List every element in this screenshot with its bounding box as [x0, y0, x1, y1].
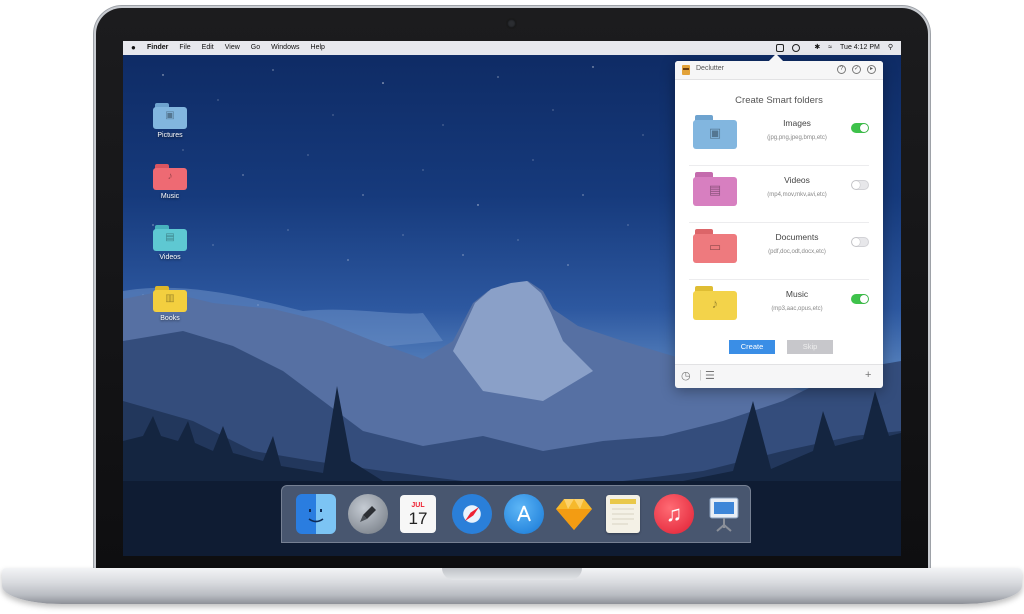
- music-folder-icon: ♪: [693, 286, 737, 320]
- music-note-icon: ♫: [665, 501, 683, 526]
- camera: [507, 19, 516, 28]
- footer-divider: |: [699, 369, 702, 381]
- apple-menu-icon[interactable]: ●: [131, 41, 141, 55]
- desktop-icon-books[interactable]: ▥ Books: [140, 286, 200, 322]
- images-toggle[interactable]: [851, 123, 869, 133]
- row-extensions: (mp3,aac,opus,etc): [771, 306, 823, 312]
- videos-toggle[interactable]: [851, 180, 869, 190]
- menu-finder[interactable]: Finder: [147, 41, 168, 55]
- folder-icon: ▤: [153, 225, 187, 251]
- desktop-icon-pictures[interactable]: ▣ Pictures: [140, 103, 200, 139]
- row-extensions: (jpg,png,jpeg,bmp,etc): [767, 135, 827, 141]
- music-note-icon: ♪: [711, 296, 719, 311]
- row-extensions: (pdf,doc,odt,docx,etc): [768, 249, 826, 255]
- wifi-icon[interactable]: ≈: [828, 41, 832, 55]
- menu-extras: ✱ ≈ Tue 4:12 PM ⚲: [768, 41, 893, 55]
- dock-sketch-icon[interactable]: [554, 494, 594, 534]
- screen: ● Finder File Edit View Go Windows Help …: [123, 41, 901, 556]
- row-name: Videos: [784, 175, 810, 185]
- dock-music-icon[interactable]: ♫: [654, 494, 694, 534]
- create-button[interactable]: Create: [729, 340, 775, 354]
- row-name: Images: [783, 118, 811, 128]
- smart-folder-row-videos: ▤ Videos (mp4,mov,mkv,avi,etc): [689, 166, 869, 223]
- menu-help[interactable]: Help: [311, 41, 325, 55]
- music-note-icon: ♪: [167, 171, 173, 182]
- desktop-icon-music[interactable]: ♪ Music: [140, 164, 200, 200]
- desktop-icon-label: Videos: [159, 254, 181, 261]
- dock-notes-icon[interactable]: [606, 495, 640, 533]
- add-button[interactable]: +: [865, 369, 871, 381]
- music-toggle[interactable]: [851, 294, 869, 304]
- skip-button[interactable]: Skip: [787, 340, 833, 354]
- declutter-menu-icon[interactable]: [776, 44, 785, 52]
- videos-folder-icon: ▤: [693, 172, 737, 206]
- calendar-day: 17: [408, 508, 428, 528]
- popover-title: Declutter: [696, 65, 725, 72]
- alarm-clock-icon[interactable]: ◷: [681, 369, 691, 382]
- dock-launchpad-icon[interactable]: [348, 494, 388, 534]
- popover-heading: Create Smart folders: [735, 95, 823, 106]
- sliders-icon[interactable]: ☰: [705, 369, 715, 382]
- checkmark-icon[interactable]: [792, 44, 801, 52]
- menu-view[interactable]: View: [225, 41, 240, 55]
- desktop-icon-label: Music: [160, 193, 180, 200]
- dock-app-store-icon[interactable]: [504, 494, 544, 534]
- dock: JUL 17 ♫: [281, 485, 751, 543]
- declutter-popover: Declutter ? ✓ ▸ Create Smart folders ▣ I…: [675, 61, 883, 388]
- picture-icon: ▣: [708, 125, 722, 140]
- images-folder-icon: ▣: [693, 115, 737, 149]
- help-button[interactable]: ?: [837, 65, 846, 74]
- settings-icon[interactable]: ✓: [852, 65, 861, 74]
- desktop-icon-videos[interactable]: ▤ Videos: [140, 225, 200, 261]
- dock-safari-icon[interactable]: [452, 494, 492, 534]
- dock-keynote-icon[interactable]: [704, 494, 744, 534]
- menu-windows[interactable]: Windows: [271, 41, 299, 55]
- row-name: Documents: [775, 232, 819, 242]
- declutter-logo-icon: [682, 65, 690, 75]
- document-icon: ▭: [708, 239, 722, 254]
- power-icon[interactable]: ▸: [867, 65, 876, 74]
- popover-footer: ◷ | ☰ +: [675, 364, 883, 388]
- row-extensions: (mp4,mov,mkv,avi,etc): [767, 192, 827, 198]
- documents-toggle[interactable]: [851, 237, 869, 247]
- film-icon: ▤: [165, 232, 175, 243]
- popover-header: Declutter ? ✓ ▸: [675, 61, 883, 80]
- desktop-icon-label: Books: [160, 315, 180, 322]
- menu-edit[interactable]: Edit: [202, 41, 214, 55]
- smart-folder-row-documents: ▭ Documents (pdf,doc,odt,docx,etc): [689, 223, 869, 280]
- laptop-notch: [442, 568, 582, 580]
- books-icon: ▥: [165, 293, 175, 304]
- picture-icon: ▣: [165, 110, 175, 121]
- folder-icon: ♪: [153, 164, 187, 190]
- dock-finder-icon[interactable]: [296, 494, 336, 534]
- folder-icon: ▥: [153, 286, 187, 312]
- folder-icon: ▣: [153, 103, 187, 129]
- film-icon: ▤: [708, 182, 722, 197]
- menu-file[interactable]: File: [179, 41, 190, 55]
- smart-folder-row-images: ▣ Images (jpg,png,jpeg,bmp,etc): [689, 109, 869, 166]
- clock[interactable]: Tue 4:12 PM: [840, 41, 880, 55]
- search-icon[interactable]: ⚲: [888, 41, 893, 55]
- menu-bar: ● Finder File Edit View Go Windows Help …: [123, 41, 901, 55]
- documents-folder-icon: ▭: [693, 229, 737, 263]
- smart-folder-row-music: ♪ Music (mp3,aac,opus,etc): [689, 280, 869, 336]
- row-name: Music: [785, 289, 809, 299]
- bluetooth-icon[interactable]: ✱: [814, 41, 820, 55]
- menu-go[interactable]: Go: [251, 41, 260, 55]
- dock-calendar-icon[interactable]: JUL 17: [400, 495, 436, 533]
- desktop-icon-label: Pictures: [157, 132, 183, 139]
